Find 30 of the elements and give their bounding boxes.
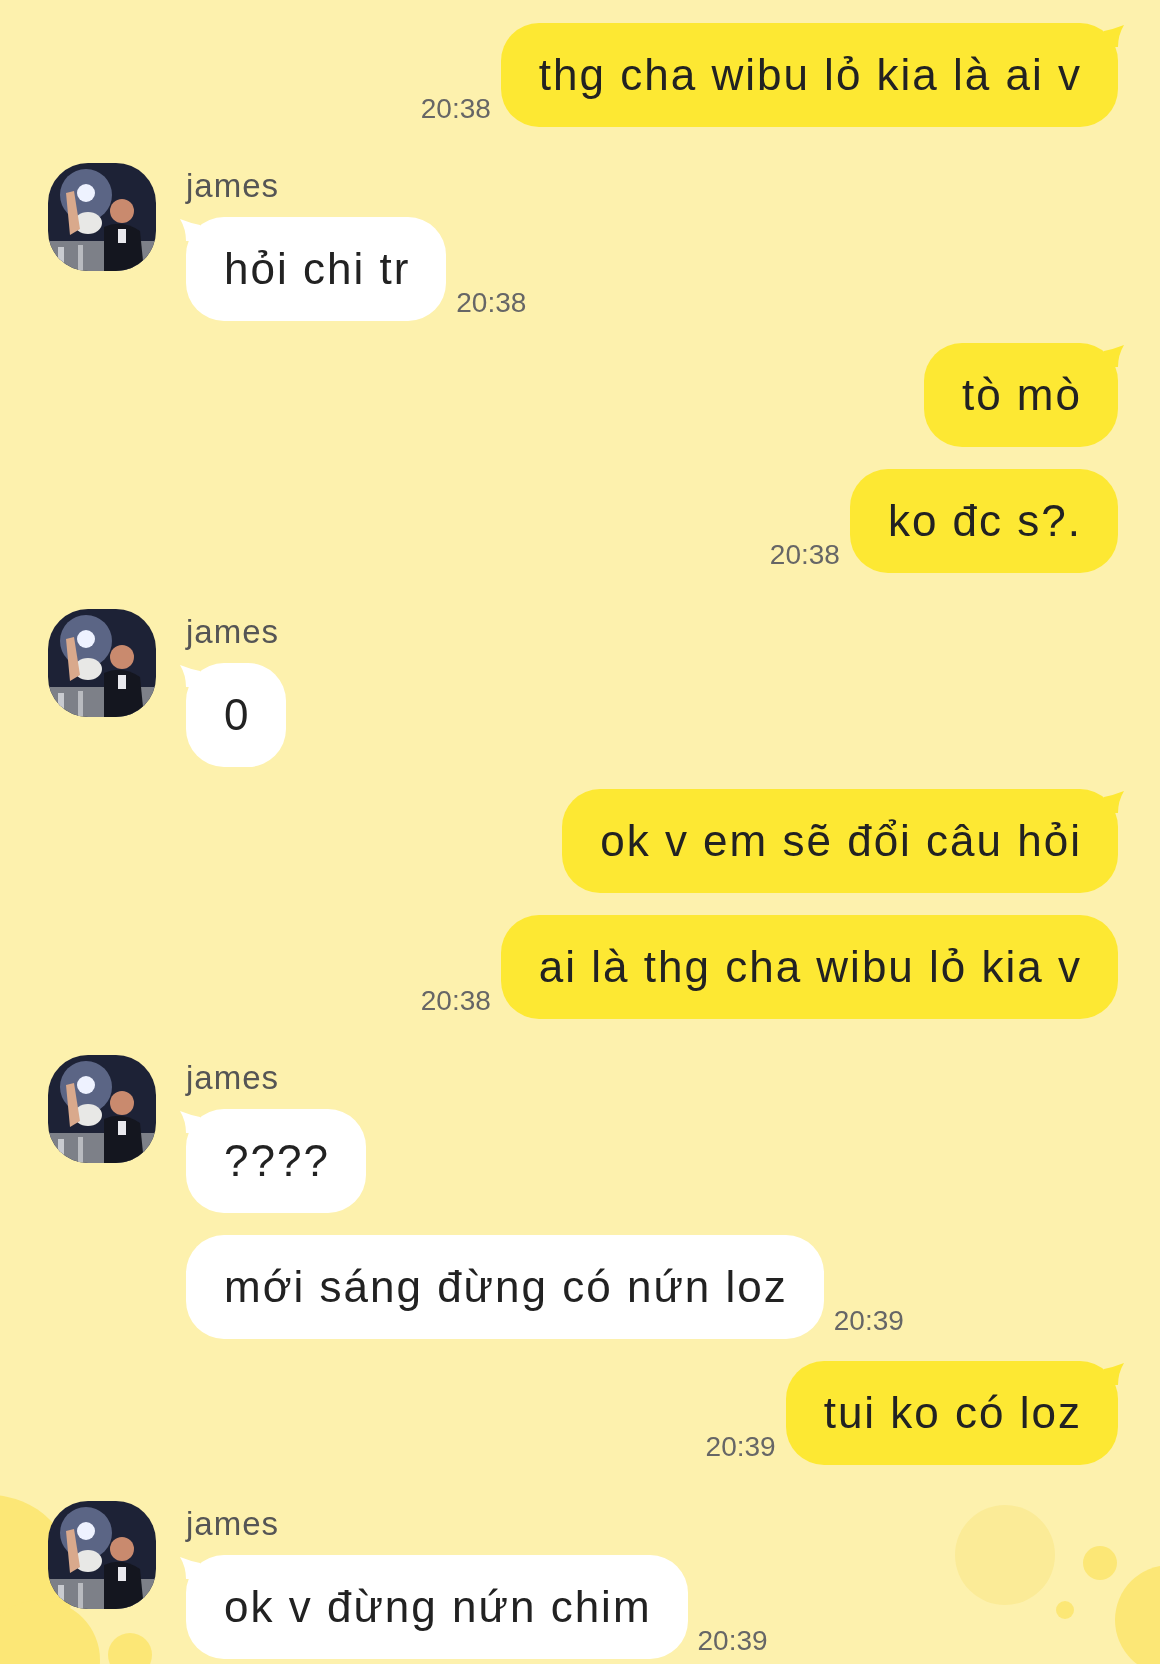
bubble-tail: [1104, 345, 1124, 367]
message-bubble: ok v em sẽ đổi câu hỏi: [562, 789, 1118, 893]
sender-name: james: [186, 1504, 281, 1544]
bubble-tail: [180, 1111, 200, 1133]
bubble-tail: [1104, 791, 1124, 813]
sender-name: james: [186, 1058, 281, 1098]
message-bubble: mới sáng đừng có nứn loz: [186, 1235, 824, 1339]
message-bubble: 0: [186, 663, 287, 767]
message-time: 20:39: [697, 1625, 768, 1658]
sender-name: james: [186, 166, 281, 206]
message-time: 20:39: [705, 1431, 776, 1464]
message-bubble: ????: [186, 1109, 366, 1213]
message-time: 20:38: [420, 985, 491, 1018]
message-bubble: tui ko có loz: [785, 1361, 1118, 1465]
message-bubble: tò mò: [923, 343, 1118, 447]
message-bubble: thg cha wibu lỏ kia là ai v: [500, 23, 1118, 127]
message-time: 20:39: [833, 1305, 904, 1338]
bubble-tail: [180, 219, 200, 241]
message-time: 20:38: [769, 539, 840, 572]
message-bubble: ai là thg cha wibu lỏ kia v: [500, 915, 1118, 1019]
bubble-tail: [1104, 25, 1124, 47]
message-bubble: ko đc s?.: [849, 469, 1118, 573]
sender-name: james: [186, 612, 281, 652]
message-bubble: hỏi chi tr: [186, 217, 447, 321]
message-time: 20:38: [420, 93, 491, 126]
message-time: 20:38: [456, 287, 527, 320]
bubble-tail: [180, 1557, 200, 1579]
bubble-tail: [180, 665, 200, 687]
bubble-tail: [1104, 1363, 1124, 1385]
message-bubble: ok v đừng nứn chim: [186, 1555, 688, 1659]
